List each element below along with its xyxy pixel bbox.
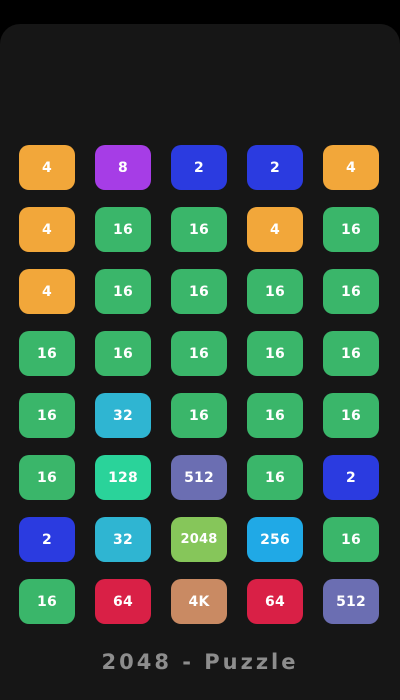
tile-16[interactable]: 16 (247, 331, 303, 376)
game-screen: 4 8 2 2 4 4 16 16 4 16 4 16 16 16 16 16 16 16 16 16 16 32 16 16… (0, 0, 400, 700)
tile-16[interactable]: 16 (95, 269, 151, 314)
tile-16[interactable]: 16 (19, 455, 75, 500)
tile-4[interactable]: 4 (19, 145, 75, 190)
tile-32[interactable]: 32 (95, 517, 151, 562)
tile-grid: 4 8 2 2 4 4 16 16 4 16 4 16 16 16 16 16 16 16 16 16 16 32 16 16… (19, 145, 379, 624)
tile-256[interactable]: 256 (247, 517, 303, 562)
tile-16[interactable]: 16 (19, 393, 75, 438)
tile-2[interactable]: 2 (19, 517, 75, 562)
tile-16[interactable]: 16 (171, 393, 227, 438)
tile-4[interactable]: 4 (323, 145, 379, 190)
tile-128[interactable]: 128 (95, 455, 151, 500)
tile-16[interactable]: 16 (323, 207, 379, 252)
tile-16[interactable]: 16 (171, 269, 227, 314)
tile-16[interactable]: 16 (19, 579, 75, 624)
tile-512[interactable]: 512 (323, 579, 379, 624)
tile-16[interactable]: 16 (247, 393, 303, 438)
tile-16[interactable]: 16 (19, 331, 75, 376)
tile-8[interactable]: 8 (95, 145, 151, 190)
tile-16[interactable]: 16 (95, 207, 151, 252)
tile-2[interactable]: 2 (171, 145, 227, 190)
tile-16[interactable]: 16 (247, 455, 303, 500)
tile-4[interactable]: 4 (19, 269, 75, 314)
game-title: 2048 - Puzzle (101, 650, 299, 674)
tile-16[interactable]: 16 (95, 331, 151, 376)
tile-512[interactable]: 512 (171, 455, 227, 500)
tile-2[interactable]: 2 (323, 455, 379, 500)
tile-16[interactable]: 16 (247, 269, 303, 314)
tile-16[interactable]: 16 (323, 517, 379, 562)
tile-16[interactable]: 16 (171, 207, 227, 252)
tile-16[interactable]: 16 (171, 331, 227, 376)
tile-4K[interactable]: 4K (171, 579, 227, 624)
tile-2[interactable]: 2 (247, 145, 303, 190)
tile-64[interactable]: 64 (95, 579, 151, 624)
tile-2048[interactable]: 2048 (171, 517, 227, 562)
game-board: 4 8 2 2 4 4 16 16 4 16 4 16 16 16 16 16 16 16 16 16 16 32 16 16… (0, 24, 400, 700)
tile-16[interactable]: 16 (323, 331, 379, 376)
tile-4[interactable]: 4 (19, 207, 75, 252)
tile-16[interactable]: 16 (323, 393, 379, 438)
tile-32[interactable]: 32 (95, 393, 151, 438)
tile-64[interactable]: 64 (247, 579, 303, 624)
tile-16[interactable]: 16 (323, 269, 379, 314)
tile-4[interactable]: 4 (247, 207, 303, 252)
